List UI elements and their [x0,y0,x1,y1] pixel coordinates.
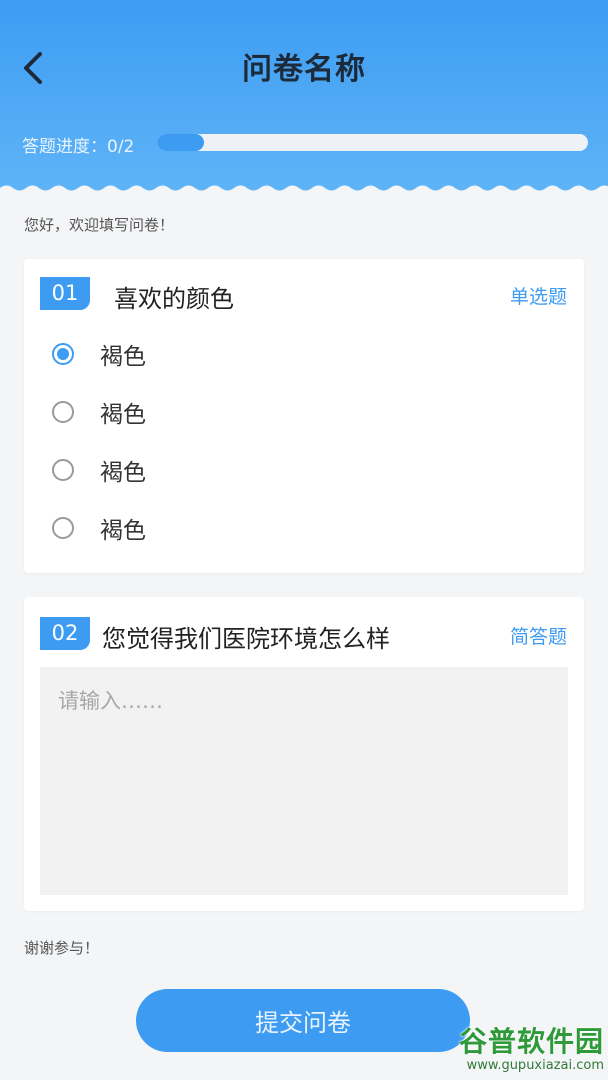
submit-button[interactable]: 提交问卷 [136,989,470,1052]
option-4[interactable]: 褐色 [52,513,146,544]
option-3[interactable]: 褐色 [52,455,146,486]
answer-textarea[interactable] [40,667,568,895]
watermark-logo: 谷普软件园 [458,1025,604,1058]
question-card-2: 02 您觉得我们医院环境怎么样 简答题 [24,597,584,911]
radio-button[interactable] [52,459,74,481]
option-label: 褐色 [100,518,146,544]
header: 问卷名称 答题进度：0/2 [0,0,608,200]
watermark: 谷普软件园 www.gupuxiazai.com [424,1020,608,1080]
thanks-text: 谢谢参与！ [24,939,100,957]
option-label: 褐色 [100,402,146,428]
progress-fill [157,134,205,151]
question-title: 喜欢的颜色 [114,285,234,313]
question-type: 简答题 [509,626,567,648]
page-title: 问卷名称 [242,52,366,87]
greeting-text: 您好，欢迎填写问卷！ [24,216,175,234]
question-card-1: 01 喜欢的颜色 单选题 褐色 褐色 褐色 褐色 [24,259,584,573]
radio-button[interactable] [52,343,74,365]
option-1[interactable]: 褐色 [52,339,146,370]
radio-button[interactable] [52,517,74,539]
radio-button[interactable] [52,401,74,423]
question-number: 02 [40,617,90,650]
option-2[interactable]: 褐色 [52,397,146,428]
option-label: 褐色 [100,344,146,370]
question-number: 01 [40,277,90,310]
watermark-url: www.gupuxiazai.com [466,1058,604,1073]
progress-label: 答题进度：0/2 [22,137,135,157]
wave-divider [0,185,608,200]
question-type: 单选题 [509,286,567,308]
progress-bar [157,134,588,151]
question-title: 您觉得我们医院环境怎么样 [102,625,390,653]
option-label: 褐色 [100,460,146,486]
